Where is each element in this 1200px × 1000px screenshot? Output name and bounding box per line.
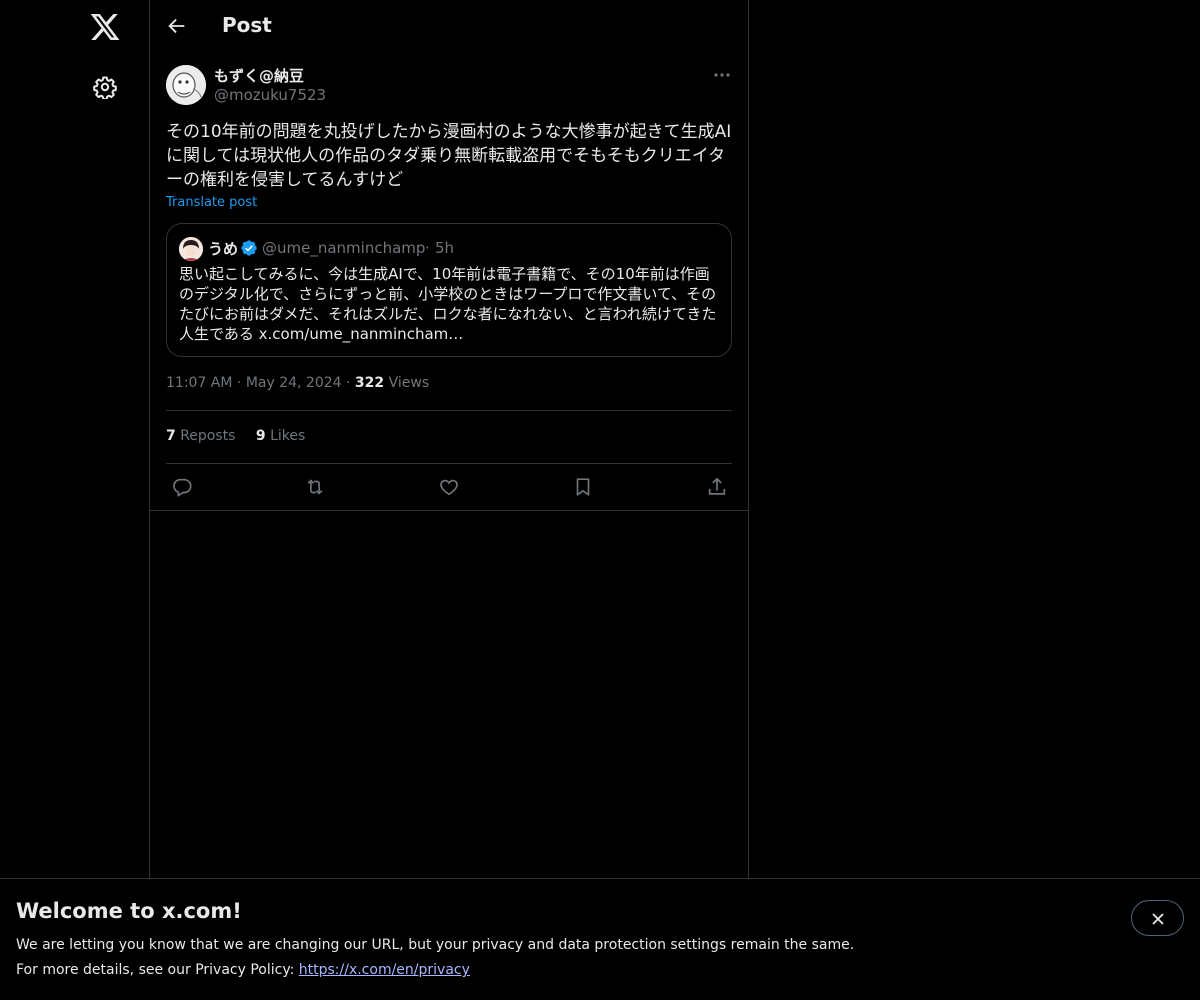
close-icon (1152, 913, 1164, 925)
translate-post-link[interactable]: Translate post (166, 195, 257, 210)
share-icon[interactable] (706, 476, 728, 498)
reposts-stat[interactable]: 7 Reposts (166, 428, 235, 444)
separator-dot: · (236, 375, 246, 391)
quoted-post[interactable]: うめ @ume_nanminchamp · 5h 思い起こしてみるに、今は生成A… (166, 223, 732, 357)
banner-policy-line: For more details, see our Privacy Policy… (16, 962, 470, 978)
x-logo-icon[interactable] (89, 11, 121, 43)
views-label: Views (388, 375, 430, 391)
quote-time: 5h (435, 239, 455, 257)
quote-author-handle: @ume_nanminchamp (262, 239, 426, 257)
quote-text: 思い起こしてみるに、今は生成AIで、10年前は電子書籍で、その10年前は作画のデ… (179, 265, 717, 343)
welcome-banner: Welcome to x.com! We are letting you kno… (0, 878, 1200, 1000)
post-author: もずく@納豆 @mozuku7523 (166, 64, 732, 108)
separator-dot: · (425, 239, 430, 257)
author-name[interactable]: もずく@納豆 (214, 65, 304, 86)
bookmark-icon[interactable] (572, 476, 594, 498)
likes-count: 9 (255, 428, 266, 444)
main-column: Post もずく@納豆 @mozuku7523 その10年前の問題を丸投げしたか… (149, 0, 749, 1000)
arrow-left-icon[interactable] (166, 15, 188, 37)
avatar[interactable] (166, 65, 206, 105)
more-icon[interactable] (712, 67, 732, 83)
page-title: Post (222, 13, 272, 37)
header: Post (150, 0, 748, 54)
reposts-label: Reposts (180, 428, 236, 444)
banner-title: Welcome to x.com! (16, 899, 242, 923)
gear-icon[interactable] (93, 75, 117, 101)
divider (166, 410, 732, 411)
post-meta: 11:07 AM · May 24, 2024 · 322 Views (166, 375, 429, 391)
close-button[interactable] (1131, 900, 1184, 936)
like-icon[interactable] (438, 476, 460, 498)
banner-message: We are letting you know that we are chan… (16, 937, 855, 953)
likes-label: Likes (270, 428, 306, 444)
banner-policy-text: For more details, see our Privacy Policy… (16, 962, 299, 978)
verified-badge-icon (240, 239, 258, 257)
views-count: 322 (354, 375, 385, 391)
quote-avatar (179, 237, 203, 261)
separator-dot: · (346, 375, 355, 391)
reposts-count: 7 (166, 428, 176, 444)
divider (150, 510, 748, 511)
likes-stat[interactable]: 9 Likes (256, 428, 305, 444)
author-handle[interactable]: @mozuku7523 (214, 86, 326, 104)
repost-icon[interactable] (304, 476, 326, 498)
post-time[interactable]: 11:07 AM (166, 375, 232, 391)
post-text: その10年前の問題を丸投げしたから漫画村のような大惨事が起きて生成AIに関しては… (166, 122, 732, 190)
quote-author-name: うめ (208, 240, 239, 258)
left-nav (0, 0, 150, 1000)
action-bar (150, 464, 748, 510)
privacy-policy-link[interactable]: https://x.com/en/privacy (299, 962, 470, 978)
post-stats: 7 Reposts 9 Likes (166, 428, 321, 444)
reply-icon[interactable] (171, 476, 193, 498)
post-date[interactable]: May 24, 2024 (246, 375, 342, 391)
